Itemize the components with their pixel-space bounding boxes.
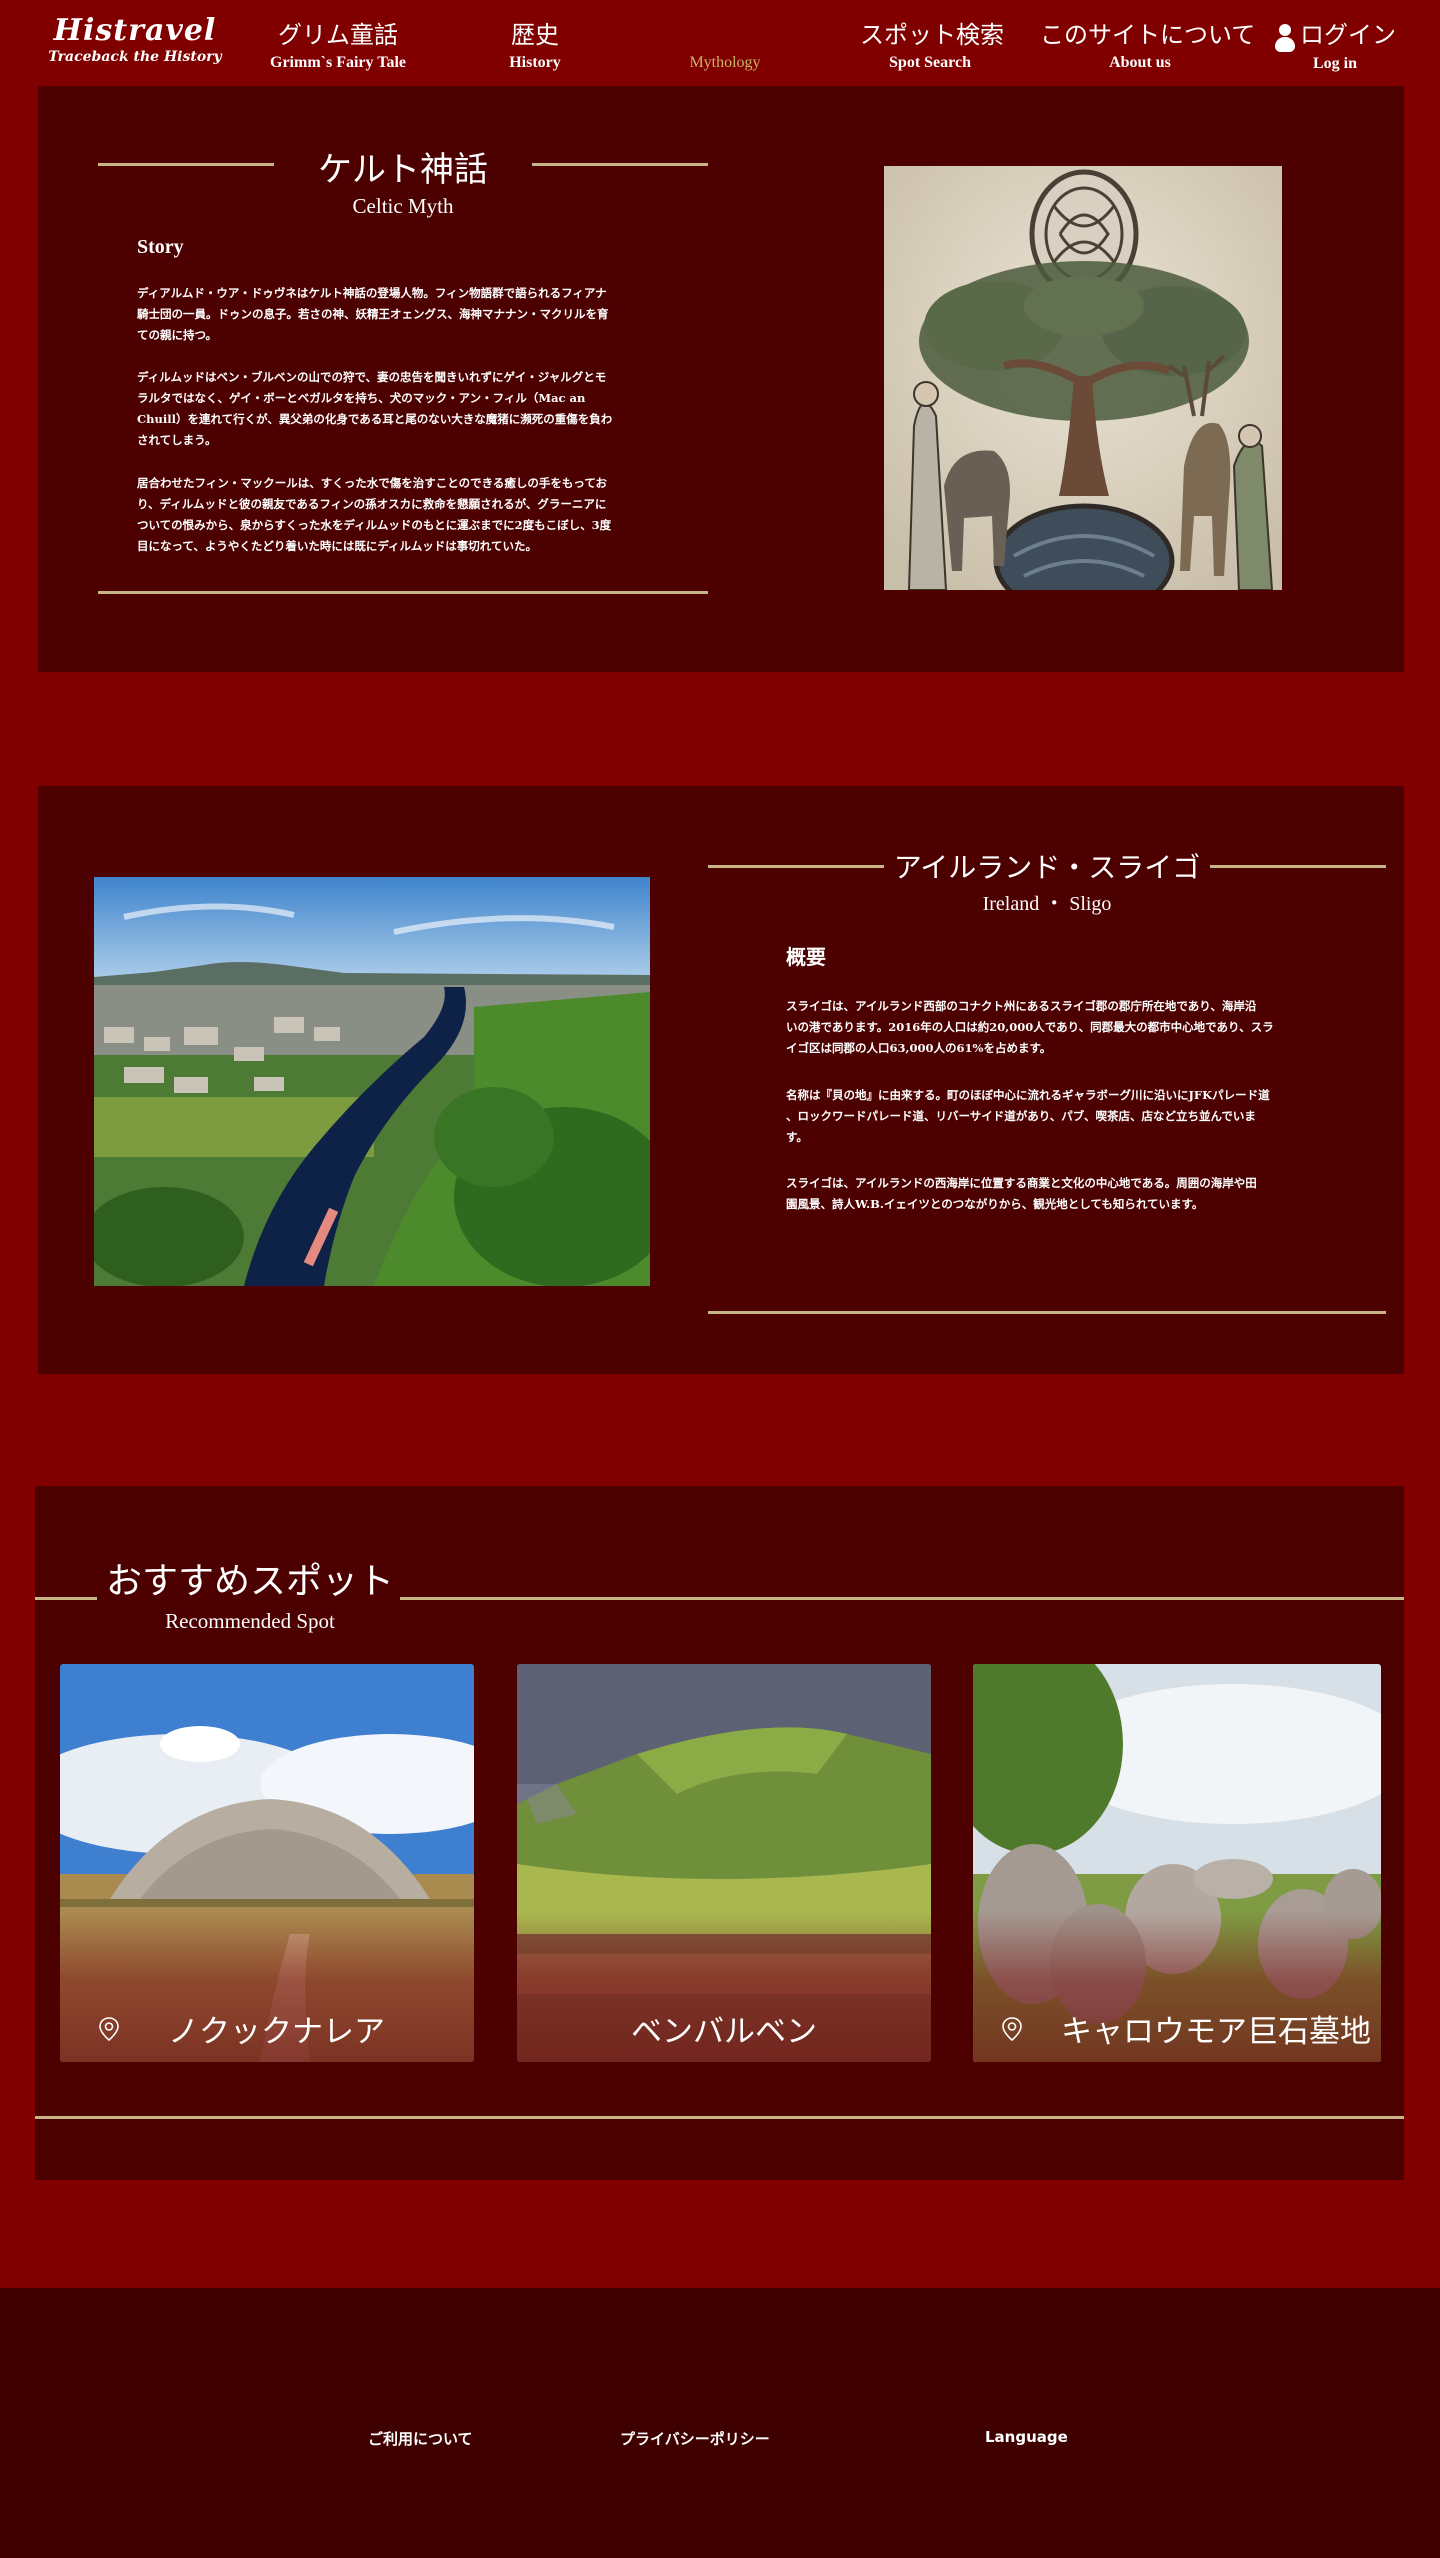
place-p2-line-1: 名称は『貝の地』に由来する。町のほぼ中心に流れるギャラボーグ川に沿いにJFKパレ… [786,1088,1270,1102]
spot-title-benbulben: ベンバルベン [631,2014,817,2049]
sligo-town-photo [94,877,650,1286]
myth-p3-line-2: り、ディルムッドと彼の親友であるフィンの孫オスカに救命を懇願されるが、グラーニア… [137,497,607,511]
myth-p3-line-1: 居合わせたフィン・マックールは、すくった水で傷を治すことのできる癒しの手をもって… [137,476,607,490]
nav-grimm-en: Grimm`s Fairy Tale [270,54,406,71]
place-title-line-left [708,865,884,868]
user-icon [1274,21,1296,53]
logo-title: Histravel [53,13,217,48]
place-p1-line-1: スライゴは、アイルランド西部のコナクト州にあるスライゴ郡の郡庁所在地であり、海岸… [786,999,1257,1013]
place-p2-line-2: 、ロックワードパレード道、リバーサイド道があり、パブ、喫茶店、店など立ち並んでい… [786,1109,1256,1123]
nav-history[interactable]: 歴史 History [475,20,595,74]
recommended-bottom-line [35,2116,1404,2119]
recommended-title-line-right [400,1597,1404,1600]
site-footer: ご利用について プライバシーポリシー Language [0,2288,1440,2558]
site-logo[interactable]: Histravel Traceback the History [40,14,230,66]
place-p3-line-2: 園風景、詩人W.B.イェイツとのつながりから、観光地としても知られています。 [786,1197,1204,1211]
footer-language-link[interactable]: Language [985,2428,1068,2446]
myth-section-label: Story [137,236,184,258]
myth-p3-line-4: 目になって、ようやくたどり着いた時には既にディルムッドは事切れていた。 [137,539,537,553]
logo-subtitle: Traceback the History [48,49,222,65]
nav-history-en: History [509,54,561,71]
myth-p1-line-3: ての親に持つ。 [137,328,218,342]
nav-history-jp: 歴史 [511,23,559,49]
spot-title-knocknarea: ノクックナレア [168,2014,385,2049]
recommended-title-line-left [35,1597,97,1600]
place-paragraph-3: スライゴは、アイルランドの西海岸に位置する商業と文化の中心地である。周囲の海岸や… [786,1173,1326,1215]
site-header: Histravel Traceback the History グリム童話 Gr… [0,0,1440,86]
spot-card-knocknarea[interactable]: ノクックナレア [60,1664,474,2062]
myth-p2-line-3: Chuill）を連れて行くが、異父弟の化身である耳と尾のない大きな魔猪に瀕死の重… [137,412,613,426]
celtic-myth-illustration [884,166,1282,590]
nav-about-en: About us [1109,54,1171,71]
footer-privacy-link[interactable]: プライバシーポリシー [620,2428,770,2449]
nav-mythology-jp [665,20,785,52]
spot-card-carrowmore[interactable]: キャロウモア巨石墓地 [973,1664,1381,2062]
myth-title-line-right [532,163,708,166]
myth-p3-line-3: ついての恨みから、泉からすくった水をディルムッドのもとに運ぶまでに2度もこぼし、… [137,518,612,532]
recommended-title-jp: おすすめスポット [105,1561,394,1601]
login-label: ログイン [1300,23,1396,49]
place-p2-line-3: す。 [786,1130,808,1144]
nav-mythology-en: Mythology [689,54,761,71]
nav-mythology[interactable]: Mythology [665,20,785,74]
nav-spot-search-jp: スポット検索 [860,23,1004,49]
celtic-tree-art [884,166,1282,590]
sligo-river-art [94,877,650,1286]
myth-bottom-line [98,591,708,594]
place-title-en: Ireland ・ Sligo [982,893,1112,915]
nav-spot-search[interactable]: スポット検索 Spot Search [860,20,1004,74]
myth-p2-line-4: されてしまう。 [137,433,217,447]
spot-title-carrowmore: キャロウモア巨石墓地 [1061,2014,1371,2049]
myth-title-line-left [98,163,274,166]
myth-title-en: Celtic Myth [352,194,454,218]
place-p3-line-1: スライゴは、アイルランドの西海岸に位置する商業と文化の中心地である。周囲の海岸や… [786,1176,1257,1190]
place-p1-line-2: いの港であります。2016年の人口は約20,000人であり、同郡最大の都市中心地… [786,1020,1274,1034]
nav-login[interactable]: ログイン Log in [1260,20,1410,75]
myth-p2-line-2: ラルタではなく、ゲイ・ボーとベガルタを持ち、犬のマック・アン・フィル（Mac a… [137,391,586,405]
nav-about-jp: このサイトについて [1040,23,1256,49]
place-paragraph-2: 名称は『貝の地』に由来する。町のほぼ中心に流れるギャラボーグ川に沿いにJFKパレ… [786,1085,1326,1148]
myth-title-jp: ケルト神話 [318,152,488,189]
footer-terms-link[interactable]: ご利用について [368,2428,473,2449]
myth-paragraph-2: ディルムッドはベン・ブルベンの山での狩で、妻の忠告を聞きいれずにゲイ・ジャルグと… [137,367,677,451]
nav-grimm-jp: グリム童話 [278,23,398,49]
myth-p2-line-1: ディルムッドはベン・ブルベンの山での狩で、妻の忠告を聞きいれずにゲイ・ジャルグと… [137,370,607,384]
place-section-label: 概要 [786,947,826,969]
recommended-title-en: Recommended Spot [165,1609,335,1633]
place-bottom-line [708,1311,1386,1314]
nav-grimm[interactable]: グリム童話 Grimm`s Fairy Tale [258,20,418,74]
myth-paragraph-1: ディアルムド・ウア・ドゥヴネはケルト神話の登場人物。フィン物語群で語られるフィア… [137,283,677,346]
myth-paragraph-3: 居合わせたフィン・マックールは、すくった水で傷を治すことのできる癒しの手をもって… [137,473,677,557]
nav-login-en: Log in [1312,55,1357,73]
place-title-line-right [1210,865,1386,868]
myth-p1-line-1: ディアルムド・ウア・ドゥヴネはケルト神話の登場人物。フィン物語群で語られるフィア… [137,286,607,300]
nav-login-jp: ログイン [1260,20,1410,53]
nav-spot-search-en: Spot Search [889,54,971,71]
place-paragraph-1: スライゴは、アイルランド西部のコナクト州にあるスライゴ郡の郡庁所在地であり、海岸… [786,996,1326,1059]
myth-p1-line-2: 騎士団の一員。ドゥンの息子。若さの神、妖精王オェングス、海神マナナン・マクリルを… [137,307,609,321]
spot-card-benbulben[interactable]: ベンバルベン [517,1664,931,2062]
place-p1-line-3: イゴ区は同郡の人口63,000人の61%を占めます。 [786,1041,1052,1055]
nav-about[interactable]: このサイトについて About us [1040,20,1256,74]
place-title-jp: アイルランド・スライゴ [893,853,1201,884]
